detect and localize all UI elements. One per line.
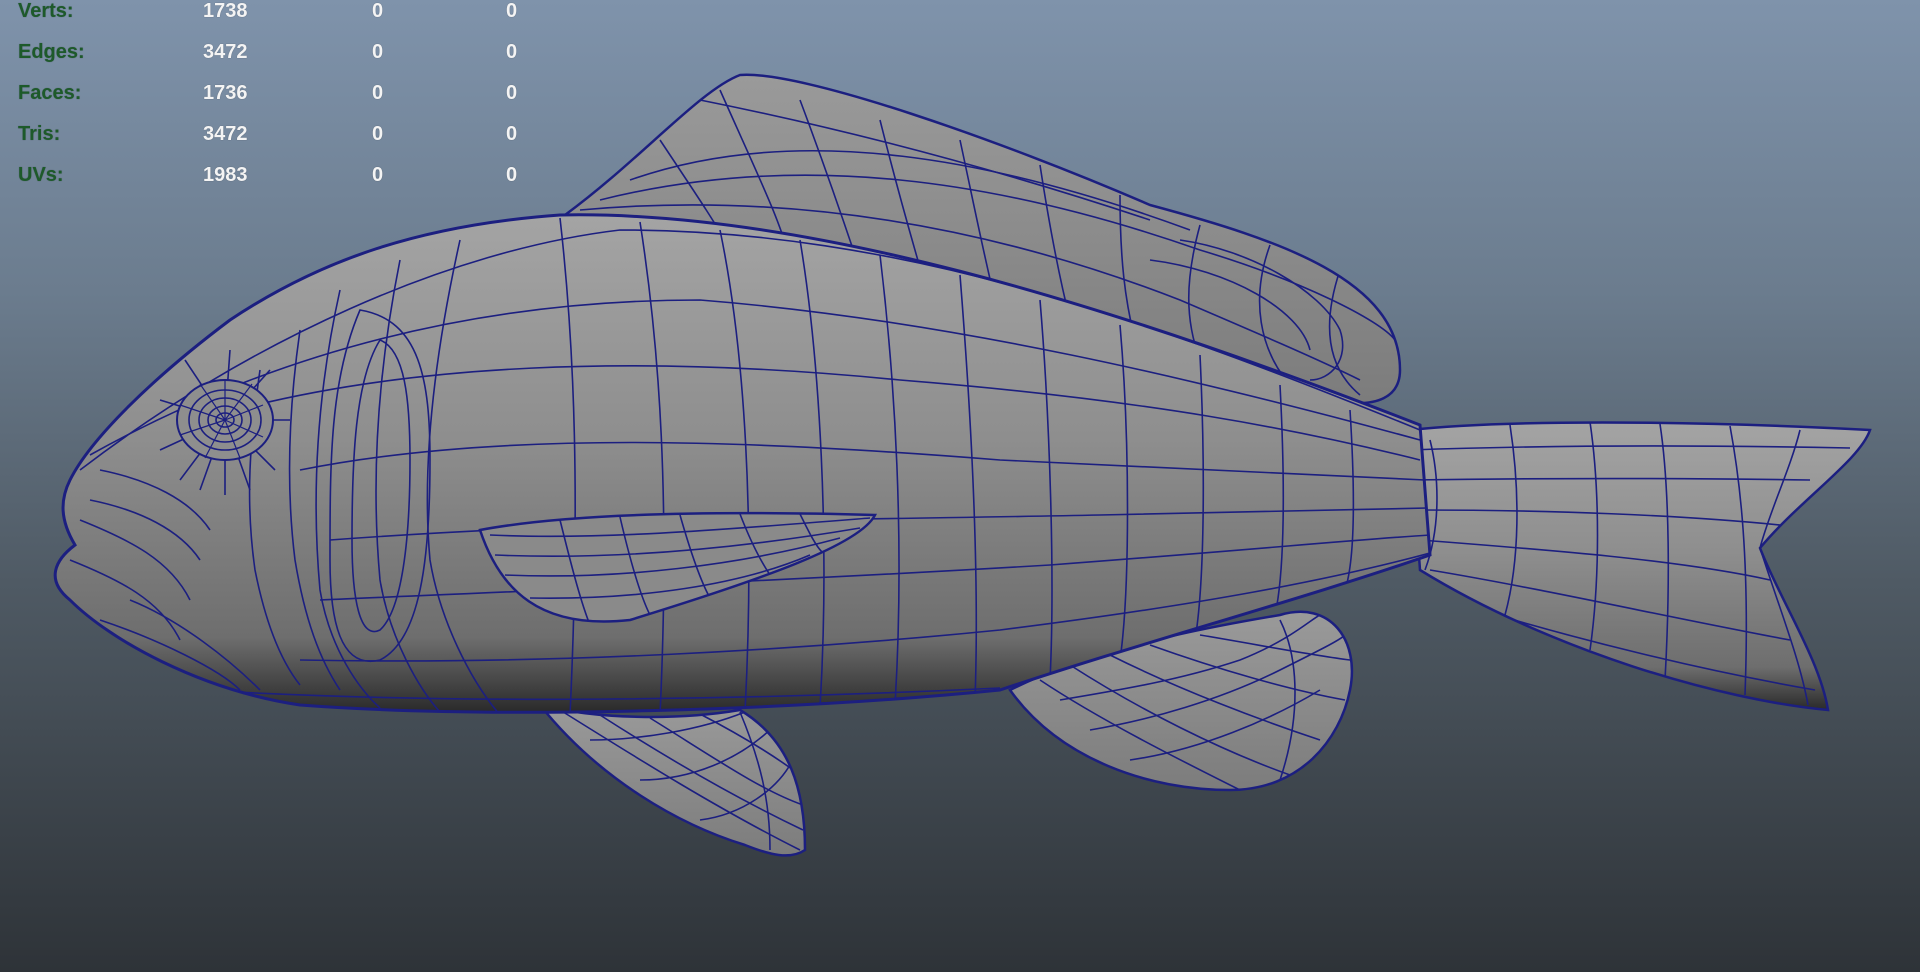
hud-row-verts: Verts: 1738 0 0 xyxy=(16,0,536,41)
hud-row-edges: Edges: 3472 0 0 xyxy=(16,41,536,82)
hud-value: 0 xyxy=(372,41,384,63)
hud-value: 0 xyxy=(372,0,384,22)
hud-value: 1983 xyxy=(203,164,248,186)
hud-value: 0 xyxy=(506,0,518,22)
hud-value: 0 xyxy=(506,82,518,104)
hud-label: Edges: xyxy=(18,41,85,63)
hud-label: Tris: xyxy=(18,123,61,145)
hud-value: 1736 xyxy=(203,82,248,104)
hud-label: Faces: xyxy=(18,82,82,104)
hud-value: 0 xyxy=(506,164,518,186)
viewport-3d[interactable]: Verts: 1738 0 0 Edges: 3472 0 0 Faces: 1… xyxy=(0,0,1920,972)
pelvic-fin xyxy=(536,702,807,857)
hud-row-faces: Faces: 1736 0 0 xyxy=(16,82,536,123)
hud-label: Verts: xyxy=(18,0,74,22)
hud-value: 3472 xyxy=(203,123,248,145)
hud-value: 0 xyxy=(506,123,518,145)
hud-row-tris: Tris: 3472 0 0 xyxy=(16,123,536,164)
fish-eye xyxy=(176,379,274,461)
tail-fin xyxy=(1408,421,1872,712)
hud-value: 0 xyxy=(372,123,384,145)
hud-value: 3472 xyxy=(203,41,248,63)
poly-count-hud: Verts: 1738 0 0 Edges: 3472 0 0 Faces: 1… xyxy=(16,0,536,205)
hud-value: 0 xyxy=(372,164,384,186)
hud-row-uvs: UVs: 1983 0 0 xyxy=(16,164,536,205)
hud-value: 1738 xyxy=(203,0,248,22)
hud-value: 0 xyxy=(506,41,518,63)
hud-label: UVs: xyxy=(18,164,64,186)
hud-value: 0 xyxy=(372,82,384,104)
